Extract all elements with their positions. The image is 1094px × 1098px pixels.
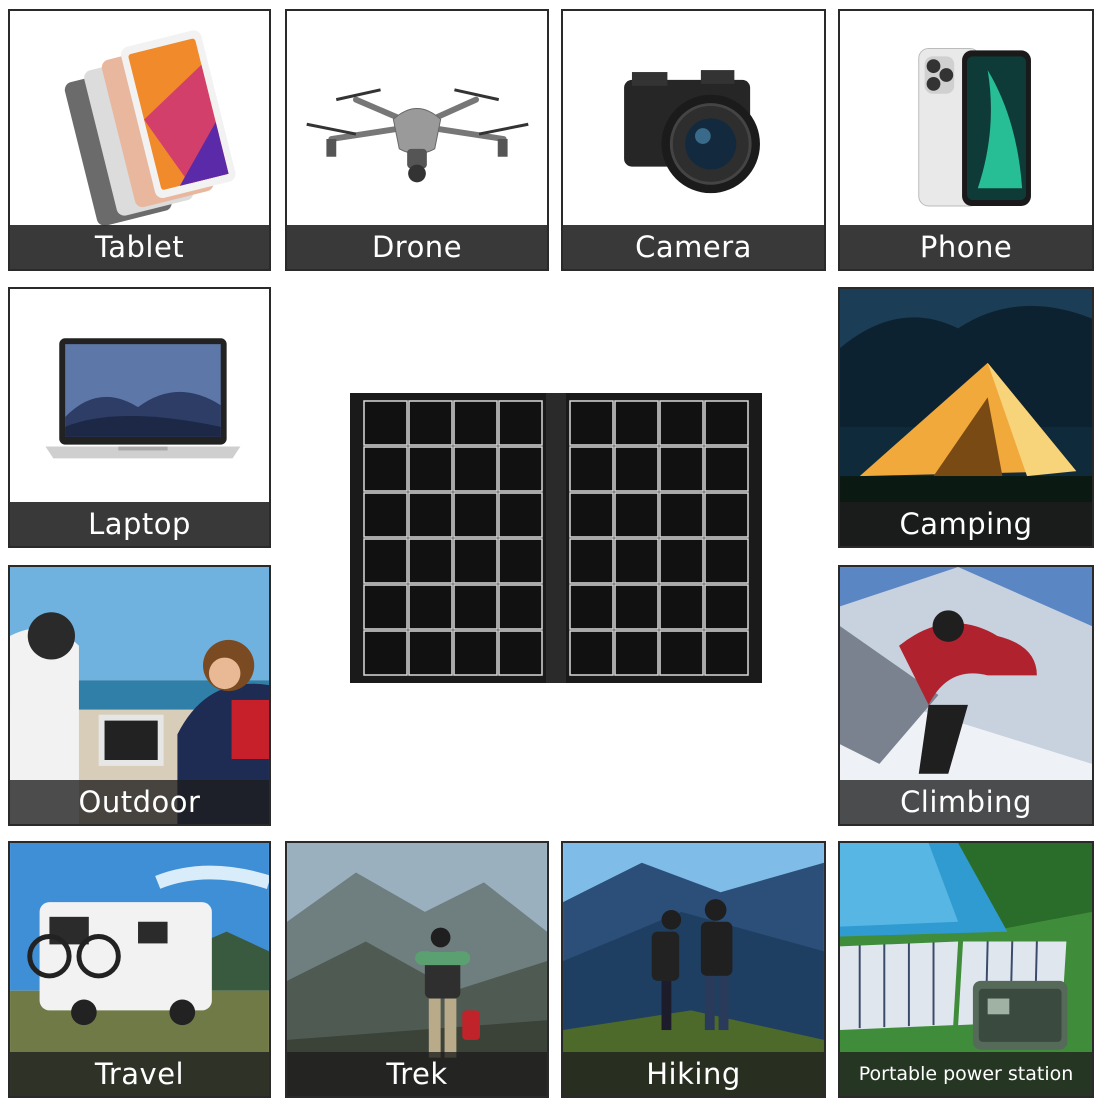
tile-camera: Camera: [561, 9, 826, 271]
tile-tablet: Tablet: [8, 9, 271, 271]
tile-climbing: Climbing: [838, 565, 1094, 826]
tile-label: Climbing: [840, 780, 1092, 824]
tile-label: Camping: [840, 502, 1092, 546]
solar-panel-icon: [350, 393, 762, 683]
tile-label: Drone: [287, 225, 547, 269]
tile-label: Travel: [10, 1052, 269, 1096]
tile-phone: Phone: [838, 9, 1094, 271]
tile-laptop: Laptop: [8, 287, 271, 548]
tile-hiking: Hiking: [561, 841, 826, 1098]
tile-label: Camera: [563, 225, 824, 269]
tile-travel: Travel: [8, 841, 271, 1098]
tile-label: Hiking: [563, 1052, 824, 1096]
tile-camping: Camping: [838, 287, 1094, 548]
tile-label: Outdoor: [10, 780, 269, 824]
tile-drone: Drone: [285, 9, 549, 271]
tile-label: Portable power station: [840, 1052, 1092, 1096]
tile-label: Tablet: [10, 225, 269, 269]
tile-label: Phone: [840, 225, 1092, 269]
tile-outdoor: Outdoor: [8, 565, 271, 826]
tile-power-station: Portable power station: [838, 841, 1094, 1098]
tile-label: Trek: [287, 1052, 547, 1096]
tile-trek: Trek: [285, 841, 549, 1098]
tile-label: Laptop: [10, 502, 269, 546]
